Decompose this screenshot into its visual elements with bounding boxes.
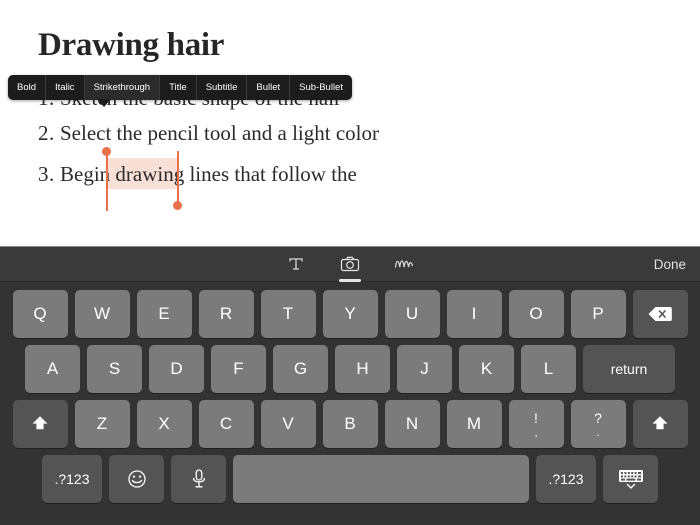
numeric-switch-key[interactable]: .?123 xyxy=(42,455,102,503)
key-a[interactable]: A xyxy=(25,345,80,393)
key-r[interactable]: R xyxy=(198,290,254,338)
key-h[interactable]: H xyxy=(335,345,390,393)
keyboard-toolbar-icons xyxy=(0,247,700,282)
key-y[interactable]: Y xyxy=(322,290,378,338)
document-line-3[interactable]: 3. Begin drawing lines that follow the xyxy=(38,162,357,187)
text-edit-popup[interactable]: Bold Italic Strikethrough Title Subtitle Bull… xyxy=(8,75,352,100)
key-l[interactable]: L xyxy=(521,345,576,393)
key-w[interactable]: W xyxy=(74,290,130,338)
hide-keyboard-icon[interactable] xyxy=(603,455,658,503)
space-key[interactable] xyxy=(233,455,529,503)
line-2-number: 2. xyxy=(38,121,55,145)
key-x[interactable]: X xyxy=(136,400,192,448)
line-3-number: 3. xyxy=(38,162,55,186)
popup-item-subtitle[interactable]: Subtitle xyxy=(197,75,248,100)
key-u[interactable]: U xyxy=(384,290,440,338)
document-canvas[interactable]: Drawing hair 1. Sketch the basic shape o… xyxy=(0,0,700,246)
keyboard-toolbar: Done xyxy=(0,246,700,282)
text-format-icon[interactable] xyxy=(283,251,309,277)
selection-start-bar[interactable] xyxy=(106,151,108,211)
popup-item-title[interactable]: Title xyxy=(160,75,197,100)
popup-item-italic[interactable]: Italic xyxy=(46,75,85,100)
key-j[interactable]: J xyxy=(397,345,452,393)
shift-key-right[interactable] xyxy=(632,400,688,448)
line-2-text: Select the pencil tool and a light color xyxy=(60,121,379,145)
popup-item-strikethrough[interactable]: Strikethrough xyxy=(84,75,161,100)
key-i[interactable]: I xyxy=(446,290,502,338)
camera-icon[interactable] xyxy=(337,251,363,282)
onscreen-keyboard[interactable]: Done Q W E R T Y U I O P A S D F G H J K Lreturn Z X C V B N M!,?… xyxy=(0,246,700,525)
popup-item-bold[interactable]: Bold xyxy=(8,75,47,100)
numeric-switch-key[interactable]: .?123 xyxy=(536,455,596,503)
selection-start-handle[interactable] xyxy=(102,147,111,156)
key-z[interactable]: Z xyxy=(74,400,130,448)
done-button[interactable]: Done xyxy=(654,247,686,281)
key-e[interactable]: E xyxy=(136,290,192,338)
backspace-key[interactable] xyxy=(632,290,688,338)
keyboard-row-1: QWERTYUIOP xyxy=(6,290,694,338)
shift-key-left[interactable] xyxy=(12,400,68,448)
punct-primary: ? xyxy=(594,409,602,426)
keyboard-row-4: .?123 .?123 xyxy=(6,455,694,503)
key-n[interactable]: N xyxy=(384,400,440,448)
popup-item-bullet[interactable]: Bullet xyxy=(247,75,291,100)
punct-secondary: , xyxy=(534,424,538,439)
popup-arrow xyxy=(97,99,111,107)
return-key[interactable]: return xyxy=(583,345,675,393)
key-g[interactable]: G xyxy=(273,345,328,393)
key-k[interactable]: K xyxy=(459,345,514,393)
document-line-2[interactable]: 2. Select the pencil tool and a light co… xyxy=(38,121,379,146)
selection-end-handle[interactable] xyxy=(173,201,182,210)
key-punct-exclaim-comma[interactable]: !, xyxy=(508,400,564,448)
sketch-icon[interactable] xyxy=(391,251,417,277)
popup-item-sub-bullet[interactable]: Sub-Bullet xyxy=(290,75,352,100)
key-punct-question-period[interactable]: ?. xyxy=(570,400,626,448)
key-d[interactable]: D xyxy=(149,345,204,393)
keyboard-row-2: A S D F G H J K Lreturn xyxy=(6,345,694,393)
keyboard-row-3: Z X C V B N M!,?. xyxy=(6,400,694,448)
selection-end-bar[interactable] xyxy=(177,151,179,207)
page-title: Drawing hair xyxy=(38,27,225,63)
key-b[interactable]: B xyxy=(322,400,378,448)
punct-primary: ! xyxy=(534,409,538,426)
emoji-icon[interactable] xyxy=(109,455,164,503)
ipad-notes-screen: Drawing hair 1. Sketch the basic shape o… xyxy=(0,0,700,525)
key-f[interactable]: F xyxy=(211,345,266,393)
key-s[interactable]: S xyxy=(87,345,142,393)
keyboard-rows: Q W E R T Y U I O P A S D F G H J K Lreturn Z X C V B N M!,?. .?12… xyxy=(0,282,700,511)
punct-secondary: . xyxy=(596,424,600,439)
key-q[interactable]: Q xyxy=(12,290,68,338)
microphone-icon[interactable] xyxy=(171,455,226,503)
key-p[interactable]: P xyxy=(570,290,626,338)
key-m[interactable]: M xyxy=(446,400,502,448)
key-o[interactable]: O xyxy=(508,290,564,338)
key-t[interactable]: T xyxy=(260,290,316,338)
key-v[interactable]: V xyxy=(260,400,316,448)
key-c[interactable]: C xyxy=(198,400,254,448)
line-3-text: Begin drawing lines that follow the xyxy=(60,162,357,186)
